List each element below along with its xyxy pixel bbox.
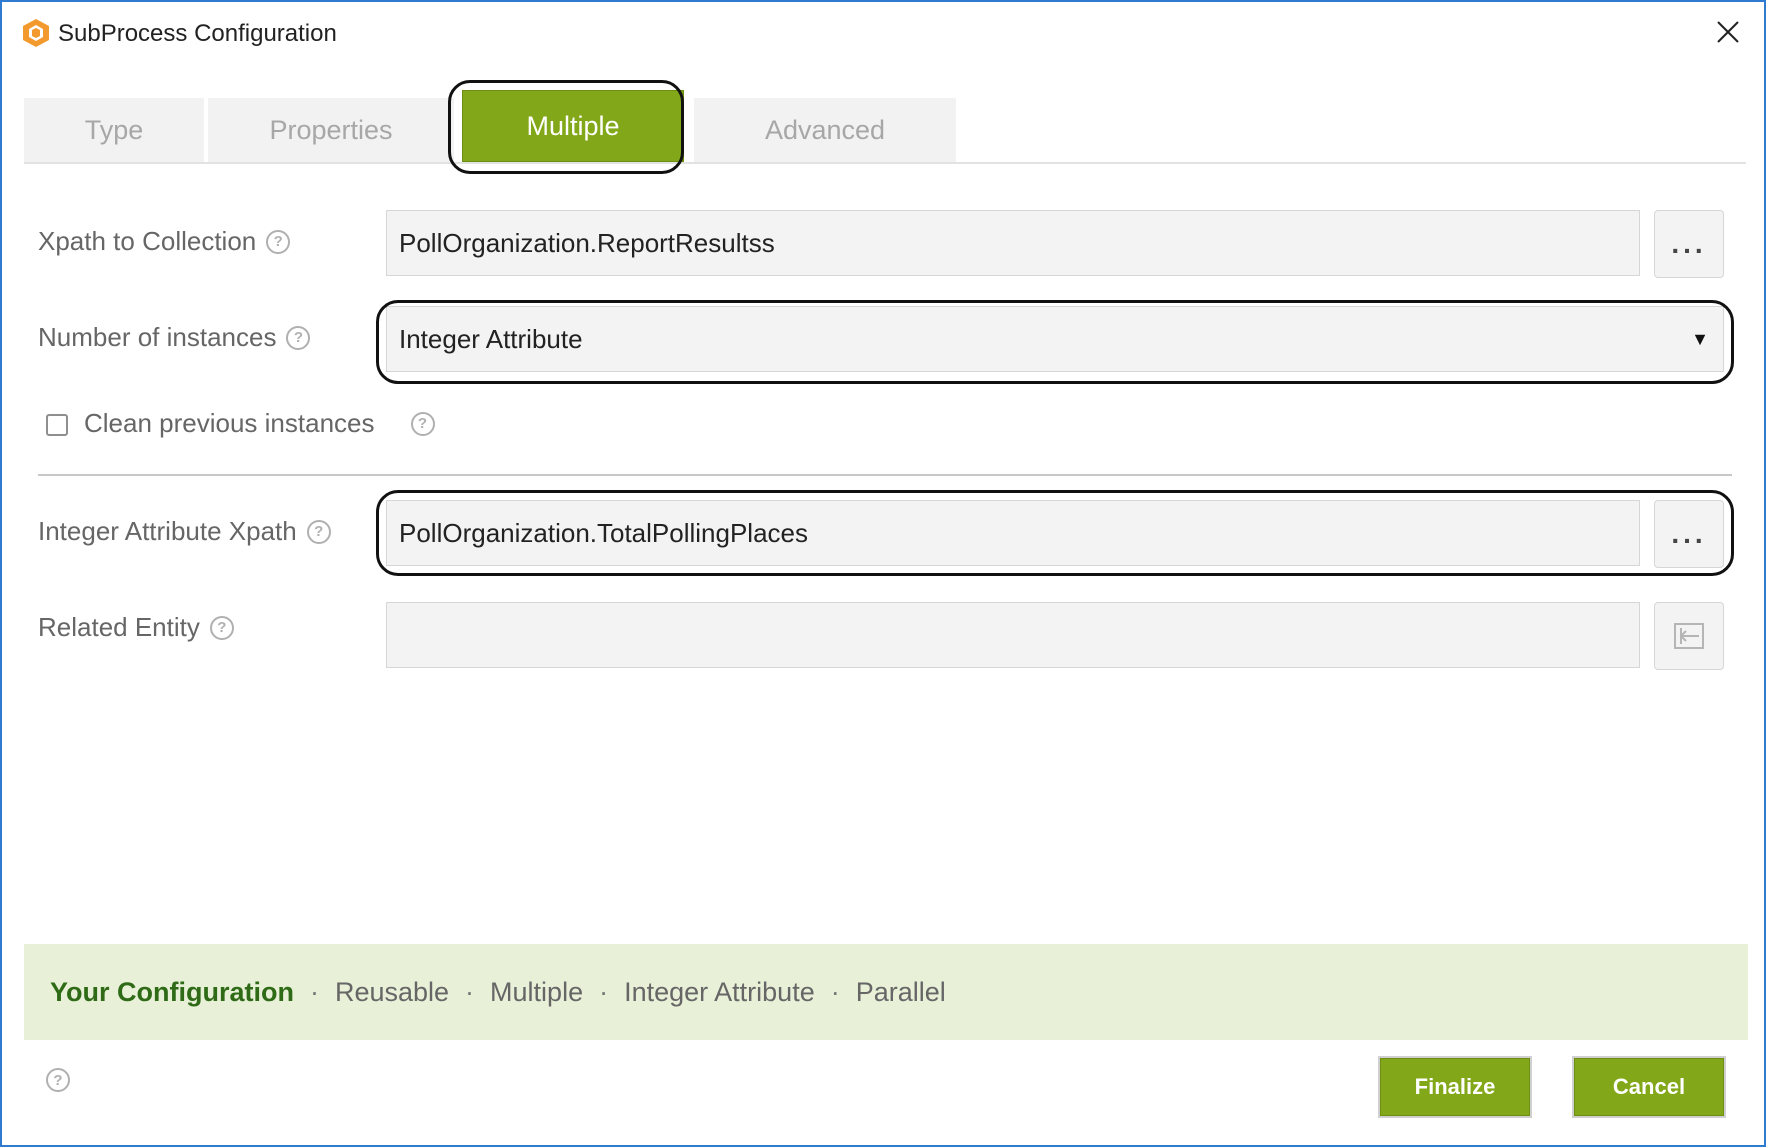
entity-link-icon — [1674, 623, 1704, 649]
tab-advanced[interactable]: Advanced — [694, 98, 956, 162]
subprocess-config-dialog: SubProcess Configuration Type Properties… — [0, 0, 1766, 1147]
xpath-collection-label: Xpath to Collection ? — [38, 226, 291, 257]
xpath-collection-browse-button[interactable]: ... — [1654, 210, 1724, 278]
summary-item: Reusable — [334, 976, 450, 1007]
section-divider — [38, 474, 1732, 476]
related-entity-label: Related Entity ? — [38, 612, 234, 643]
window-title: SubProcess Configuration — [58, 20, 337, 47]
help-icon[interactable]: ? — [410, 411, 435, 436]
xpath-collection-field[interactable]: PollOrganization.ReportResultss — [386, 210, 1640, 276]
related-entity-button[interactable] — [1654, 602, 1724, 670]
help-icon[interactable]: ? — [209, 615, 234, 640]
help-icon[interactable]: ? — [266, 229, 291, 254]
integer-xpath-label: Integer Attribute Xpath ? — [38, 516, 331, 547]
summary-item: Integer Attribute — [624, 976, 815, 1007]
app-logo-icon — [23, 19, 49, 47]
summary-separator: · — [309, 976, 319, 1007]
summary-heading: Your Configuration — [50, 976, 294, 1007]
summary-item: Parallel — [855, 976, 946, 1007]
tab-multiple[interactable]: Multiple — [462, 90, 684, 162]
clean-previous-checkbox[interactable] — [46, 414, 68, 436]
summary-separator: · — [599, 976, 609, 1007]
cancel-button[interactable]: Cancel — [1574, 1058, 1724, 1116]
number-instances-label: Number of instances ? — [38, 322, 311, 353]
help-icon[interactable]: ? — [306, 519, 331, 544]
summary-separator: · — [830, 976, 840, 1007]
close-icon[interactable] — [1712, 16, 1744, 48]
tab-type[interactable]: Type — [24, 98, 204, 162]
number-instances-select[interactable]: Integer Attribute ▼ — [386, 306, 1724, 372]
configuration-summary: Your Configuration · Reusable · Multiple… — [24, 944, 1748, 1040]
tab-strip: Type Properties Multiple Advanced — [24, 90, 1746, 164]
finalize-button[interactable]: Finalize — [1380, 1058, 1530, 1116]
footer-help-icon[interactable]: ? — [46, 1068, 70, 1092]
integer-xpath-browse-button[interactable]: ... — [1654, 500, 1724, 568]
title-bar: SubProcess Configuration — [2, 2, 1764, 62]
related-entity-field[interactable] — [386, 602, 1640, 668]
tab-properties[interactable]: Properties — [208, 98, 454, 162]
integer-xpath-field[interactable]: PollOrganization.TotalPollingPlaces — [386, 500, 1640, 566]
summary-item: Multiple — [490, 976, 584, 1007]
clean-previous-label: Clean previous instances ? — [84, 408, 435, 439]
dropdown-arrow-icon: ▼ — [1691, 329, 1709, 349]
summary-separator: · — [465, 976, 475, 1007]
help-icon[interactable]: ? — [286, 325, 311, 350]
